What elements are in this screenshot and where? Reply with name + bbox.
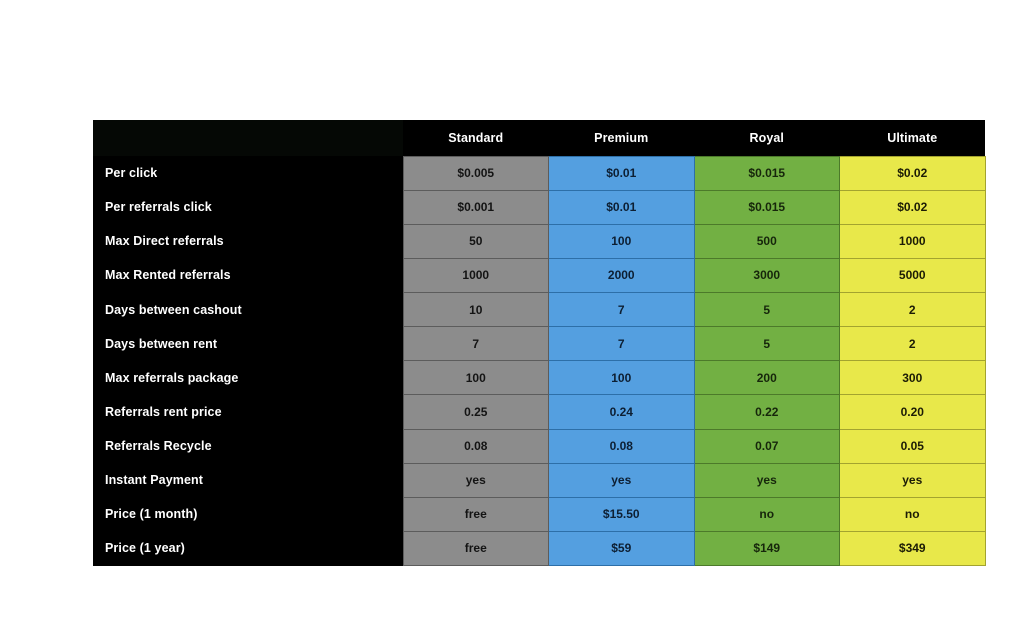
cell-premium: $15.50 bbox=[548, 496, 695, 532]
table-header: Standard Premium Royal Ultimate bbox=[93, 120, 985, 156]
row-label: Days between cashout bbox=[93, 292, 403, 327]
table-row: Max Rented referrals 1000 2000 3000 5000 bbox=[93, 257, 986, 294]
cell-standard: 100 bbox=[402, 360, 549, 396]
cell-premium: 100 bbox=[548, 223, 695, 259]
row-label: Price (1 year) bbox=[93, 531, 403, 566]
cell-ultimate: 1000 bbox=[839, 223, 986, 259]
column-header-premium: Premium bbox=[548, 120, 694, 156]
table-row: Days between rent 7 7 5 2 bbox=[93, 326, 986, 362]
cell-royal: 500 bbox=[693, 223, 840, 259]
cell-royal: 200 bbox=[693, 360, 840, 396]
cell-royal: 3000 bbox=[693, 257, 840, 294]
cell-premium: $0.01 bbox=[548, 155, 695, 191]
cell-royal: $149 bbox=[693, 530, 840, 567]
cell-standard: 0.08 bbox=[402, 428, 549, 464]
cell-premium: 7 bbox=[548, 291, 695, 328]
cell-ultimate: 0.05 bbox=[839, 428, 986, 464]
cell-premium: 0.24 bbox=[548, 394, 695, 430]
cell-standard: free bbox=[402, 496, 549, 532]
row-label: Per referrals click bbox=[93, 190, 403, 225]
column-header-standard: Standard bbox=[403, 120, 549, 156]
table-row: Per click $0.005 $0.01 $0.015 $0.02 bbox=[93, 155, 986, 191]
cell-standard: 0.25 bbox=[402, 394, 549, 430]
row-label: Max referrals package bbox=[93, 360, 403, 395]
cell-standard: 50 bbox=[402, 223, 549, 259]
row-label: Max Direct referrals bbox=[93, 224, 403, 259]
cell-premium: $59 bbox=[548, 530, 695, 567]
cell-ultimate: 5000 bbox=[839, 257, 986, 294]
cell-ultimate: $0.02 bbox=[839, 155, 986, 191]
cell-standard: 10 bbox=[402, 291, 549, 328]
pricing-comparison-table: Standard Premium Royal Ultimate Per clic… bbox=[93, 120, 986, 567]
cell-premium: 2000 bbox=[548, 257, 695, 294]
cell-ultimate: 300 bbox=[839, 360, 986, 396]
table-row: Price (1 year) free $59 $149 $349 bbox=[93, 530, 986, 567]
cell-ultimate: $0.02 bbox=[839, 189, 986, 225]
column-header-ultimate: Ultimate bbox=[839, 120, 985, 156]
row-label: Per click bbox=[93, 156, 403, 191]
table-body: Per click $0.005 $0.01 $0.015 $0.02 Per refer… bbox=[93, 155, 986, 567]
cell-premium: yes bbox=[548, 462, 695, 498]
cell-ultimate: 2 bbox=[839, 291, 986, 328]
cell-ultimate: no bbox=[839, 496, 986, 532]
table-row: Referrals rent price 0.25 0.24 0.22 0.20 bbox=[93, 394, 986, 430]
row-label: Price (1 month) bbox=[93, 497, 403, 532]
row-label: Days between rent bbox=[93, 326, 403, 361]
cell-premium: 0.08 bbox=[548, 428, 695, 464]
table-row: Max referrals package 100 100 200 300 bbox=[93, 360, 986, 396]
cell-standard: $0.001 bbox=[402, 189, 549, 225]
cell-royal: 0.07 bbox=[693, 428, 840, 464]
cell-standard: free bbox=[402, 530, 549, 567]
column-header-royal: Royal bbox=[694, 120, 840, 156]
cell-royal: no bbox=[693, 496, 840, 532]
table-row: Per referrals click $0.001 $0.01 $0.015 $0.0… bbox=[93, 189, 986, 225]
cell-royal: $0.015 bbox=[693, 189, 840, 225]
cell-royal: $0.015 bbox=[693, 155, 840, 191]
cell-premium: $0.01 bbox=[548, 189, 695, 225]
cell-royal: 0.22 bbox=[693, 394, 840, 430]
plan-comparison-grid: Standard Premium Royal Ultimate Per clic… bbox=[93, 120, 986, 567]
table-row: Instant Payment yes yes yes yes bbox=[93, 462, 986, 498]
row-label: Max Rented referrals bbox=[93, 258, 403, 293]
header-row: Standard Premium Royal Ultimate bbox=[93, 120, 985, 156]
cell-standard: 1000 bbox=[402, 257, 549, 294]
cell-royal: 5 bbox=[693, 326, 840, 362]
cell-ultimate: 2 bbox=[839, 326, 986, 362]
table-row: Days between cashout 10 7 5 2 bbox=[93, 291, 986, 328]
cell-standard: yes bbox=[402, 462, 549, 498]
cell-ultimate: yes bbox=[839, 462, 986, 498]
cell-royal: yes bbox=[693, 462, 840, 498]
table-row: Max Direct referrals 50 100 500 1000 bbox=[93, 223, 986, 259]
cell-ultimate: 0.20 bbox=[839, 394, 986, 430]
cell-ultimate: $349 bbox=[839, 530, 986, 567]
row-label: Instant Payment bbox=[93, 463, 403, 498]
cell-premium: 7 bbox=[548, 326, 695, 362]
table-row: Price (1 month) free $15.50 no no bbox=[93, 496, 986, 532]
cell-premium: 100 bbox=[548, 360, 695, 396]
cell-standard: $0.005 bbox=[402, 155, 549, 191]
cell-standard: 7 bbox=[402, 326, 549, 362]
row-label: Referrals Recycle bbox=[93, 429, 403, 464]
header-corner-cell bbox=[93, 120, 403, 156]
table-row: Referrals Recycle 0.08 0.08 0.07 0.05 bbox=[93, 428, 986, 464]
cell-royal: 5 bbox=[693, 291, 840, 328]
row-label: Referrals rent price bbox=[93, 394, 403, 429]
